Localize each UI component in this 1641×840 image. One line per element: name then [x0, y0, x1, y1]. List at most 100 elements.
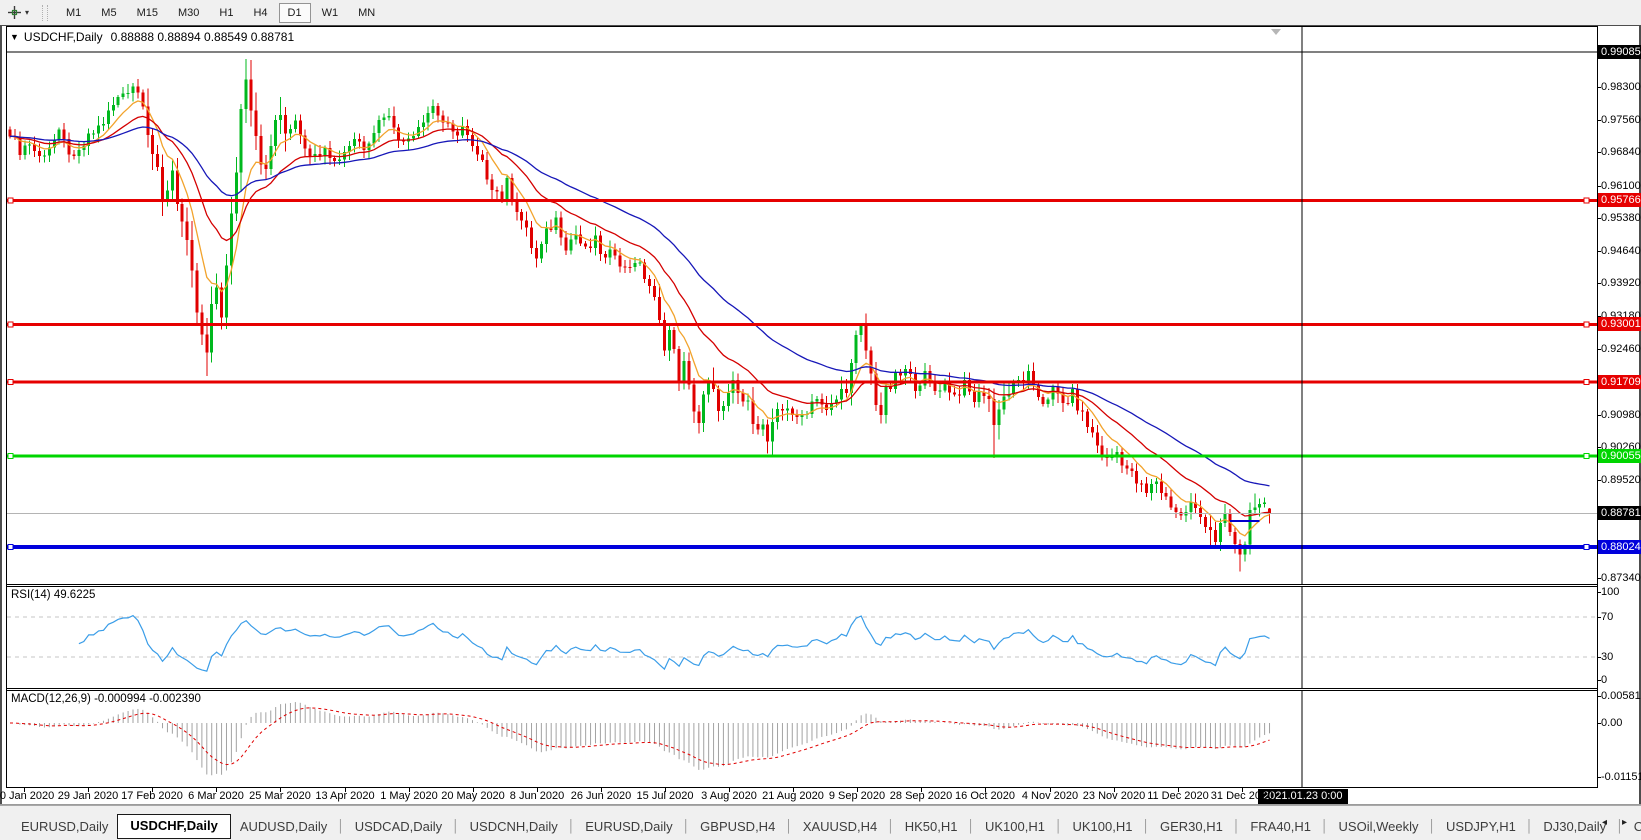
- chart-ohlc-values: 0.88888 0.88894 0.88549 0.88781: [110, 30, 295, 44]
- level-price-badge: 0.93001: [1598, 317, 1641, 331]
- tab-separator: │: [967, 819, 975, 833]
- rsi-label: RSI(14) 49.6225: [11, 589, 96, 601]
- time-tick-label: 21 Aug 2020: [762, 790, 824, 802]
- time-tick-label: 4 Nov 2020: [1021, 790, 1079, 802]
- tab-separator: │: [682, 819, 691, 833]
- time-tick-label: 31 Dec 2020: [1210, 790, 1274, 802]
- rsi-panel-canvas[interactable]: [7, 587, 1597, 688]
- time-tick-label: 13 Apr 2020: [315, 790, 375, 802]
- time-tick-label: 20 May 2020: [441, 790, 505, 802]
- price-tick-label: 0.89520: [1601, 474, 1641, 486]
- time-tick-label: 11 Dec 2020: [1147, 790, 1209, 802]
- price-tick-label: 0.87340: [1601, 572, 1641, 584]
- tab-separator: │: [785, 819, 793, 833]
- macd-panel-canvas[interactable]: [7, 691, 1597, 787]
- level-price-badge: 0.99085: [1598, 45, 1641, 59]
- rsi-tick-label: 70: [1601, 611, 1614, 623]
- price-axis-border: [1597, 26, 1598, 788]
- timeframe-button-mn[interactable]: MN: [349, 3, 384, 23]
- macd-tick-label: 0.00: [1601, 717, 1623, 729]
- tab-usdcnh-daily[interactable]: USDCNH,Daily: [461, 816, 567, 840]
- timeframe-button-h1[interactable]: H1: [210, 3, 242, 23]
- tab-separator: │: [452, 819, 460, 833]
- price-tick-label: 0.96100: [1601, 180, 1641, 192]
- tab-hk50-h1[interactable]: HK50,H1: [896, 816, 967, 840]
- chart-shift-marker[interactable]: [1271, 29, 1281, 35]
- timeframe-button-d1[interactable]: D1: [278, 2, 311, 23]
- timeframe-button-h4[interactable]: H4: [244, 3, 276, 23]
- tab-separator: │: [1321, 819, 1329, 833]
- main-chart-canvas[interactable]: [7, 27, 1597, 584]
- cursor-tool-button[interactable]: ▾: [3, 3, 33, 23]
- tab-usdjpy-h1[interactable]: USDJPY,H1: [1437, 816, 1525, 840]
- toolbar-grip: [42, 4, 49, 21]
- time-tick-label: 25 Mar 2020: [249, 790, 311, 802]
- time-tick-label: 29 Jan 2020: [57, 790, 119, 802]
- mt4-terminal: { "icons": {"dropdown": "▼", "chevron": …: [0, 0, 1641, 840]
- tab-usdchf-daily[interactable]: USDCHF,Daily: [117, 814, 231, 839]
- current-price-badge: 0.88781: [1598, 506, 1641, 520]
- price-tick-label: 0.98300: [1601, 81, 1641, 93]
- timeframe-button-m30[interactable]: M30: [169, 3, 208, 23]
- tab-uk100-h1[interactable]: UK100,H1: [976, 816, 1054, 840]
- level-price-badge: 0.90055: [1598, 449, 1641, 463]
- time-tick-label: 16 Oct 2020: [955, 790, 1015, 802]
- timeframe-button-m1[interactable]: M1: [57, 3, 90, 23]
- tab-china300-h1[interactable]: CHINA300,H1: [1625, 816, 1641, 840]
- time-tick-label: 10 Jan 2020: [0, 790, 55, 802]
- price-tick-label: 0.92460: [1601, 343, 1641, 355]
- time-tick-label: 17 Feb 2020: [121, 790, 183, 802]
- price-tick-label: 0.90980: [1601, 409, 1641, 421]
- tab-usoil-weekly[interactable]: USOil,Weekly: [1330, 816, 1428, 840]
- tab-xauusd-h4[interactable]: XAUUSD,H4: [794, 816, 886, 840]
- price-tick-label: 0.94640: [1601, 245, 1641, 257]
- tab-ger30-h1[interactable]: GER30,H1: [1151, 816, 1232, 840]
- price-tick-label: 0.95380: [1601, 212, 1641, 224]
- rsi-tick-label: 0: [1601, 674, 1608, 686]
- window-border-left: [0, 25, 2, 805]
- tab-separator: │: [887, 819, 895, 833]
- timeframe-group: M1 M5 M15 M30 H1 H4 D1 W1 MN: [56, 2, 385, 23]
- price-tick-label: 0.93920: [1601, 277, 1641, 289]
- time-tick-label: 26 Jun 2020: [570, 790, 632, 802]
- tab-usdcad-daily[interactable]: USDCAD,Daily: [346, 816, 451, 840]
- tab-eurusd-daily[interactable]: EURUSD,Daily: [576, 816, 681, 840]
- panel-separator-bottom: [6, 787, 1598, 788]
- tab-separator: │: [1054, 819, 1063, 833]
- tab-eurusd-daily[interactable]: EURUSD,Daily: [12, 816, 117, 840]
- chart-symbol-label: USDCHF,Daily: [23, 30, 103, 44]
- chevron-down-icon: ▾: [25, 8, 30, 17]
- level-price-badge: 0.95766: [1598, 193, 1641, 207]
- tab-gbpusd-h4[interactable]: GBPUSD,H4: [691, 816, 784, 840]
- time-tick-label: 28 Sep 2020: [889, 790, 953, 802]
- panel-separator[interactable]: [6, 688, 1598, 689]
- symbol-dropdown-icon[interactable]: ▼: [10, 32, 19, 42]
- tab-separator: │: [1142, 819, 1150, 833]
- time-tick-label: 15 Jul 2020: [636, 790, 694, 802]
- price-tick-label: 0.96840: [1601, 146, 1641, 158]
- tab-audusd-daily[interactable]: AUDUSD,Daily: [231, 816, 336, 840]
- tab-scroll-left-icon[interactable]: ◂: [1602, 817, 1607, 828]
- timeframe-button-m5[interactable]: M5: [92, 3, 125, 23]
- panel-separator[interactable]: [6, 584, 1598, 585]
- tab-uk100-h1[interactable]: UK100,H1: [1063, 816, 1141, 840]
- time-tick-label: 9 Sep 2020: [828, 790, 886, 802]
- time-tick-label: 8 Jun 2020: [509, 790, 565, 802]
- level-price-badge: 0.88024: [1598, 540, 1641, 554]
- price-tick-label: 0.97560: [1601, 114, 1641, 126]
- rsi-tick-label: 100: [1601, 586, 1620, 598]
- chart-tabbar: EURUSD,Daily USDCHF,Daily AUDUSD,Daily │ USD…: [0, 805, 1641, 840]
- rsi-tick-label: 30: [1601, 651, 1614, 663]
- chart-header: ▼ USDCHF,Daily 0.88888 0.88894 0.88549 0…: [10, 30, 294, 44]
- tab-separator: │: [1428, 819, 1436, 833]
- time-tick-label: 23 Nov 2020: [1082, 790, 1146, 802]
- time-tick-label: 1 May 2020: [380, 790, 438, 802]
- crosshair-icon: [8, 6, 21, 19]
- timeframe-button-w1[interactable]: W1: [313, 3, 348, 23]
- macd-tick-label: 0.005818: [1601, 690, 1641, 702]
- macd-label: MACD(12,26,9) -0.000994 -0.002390: [11, 693, 201, 705]
- timeframe-button-m15[interactable]: M15: [128, 3, 167, 23]
- time-tick-label: 3 Aug 2020: [701, 790, 757, 802]
- tab-fra40-h1[interactable]: FRA40,H1: [1241, 816, 1320, 840]
- tab-scroll-right-icon[interactable]: ▸: [1622, 817, 1627, 828]
